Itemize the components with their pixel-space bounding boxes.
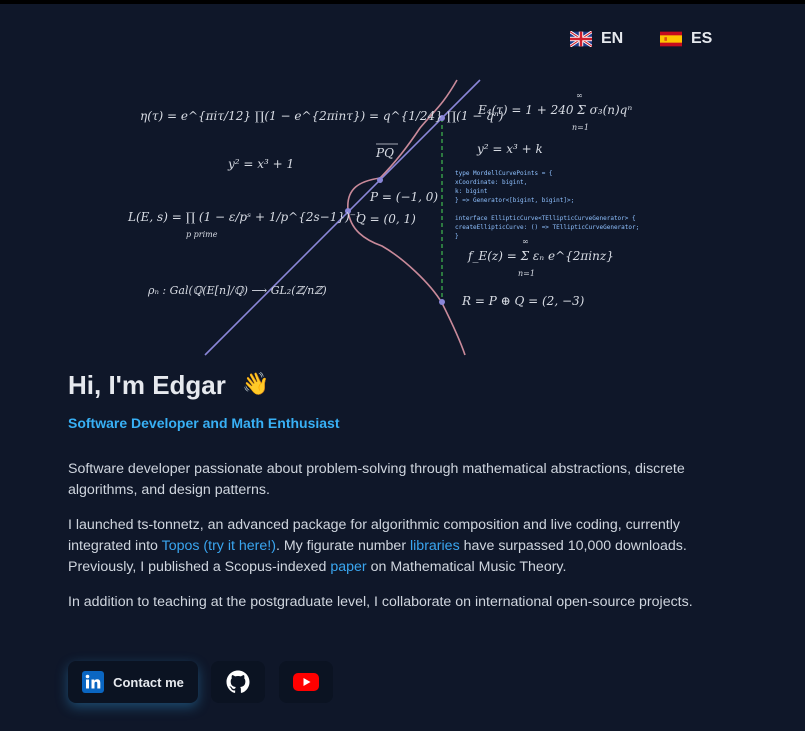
projects-text-b: . My figurate number xyxy=(275,538,410,554)
p-point-label: P = (−1, 0) xyxy=(369,190,438,204)
code-line-4: } => Generator<[bigint, bigint]>; xyxy=(455,197,574,204)
code-line-1: type MordellCurvePoints = { xyxy=(455,170,553,177)
paper-link[interactable]: paper xyxy=(330,559,366,575)
projects-paragraph: I launched ts-tonnetz, an advanced packa… xyxy=(68,515,738,578)
intro-paragraph: Software developer passionate about prob… xyxy=(68,461,685,498)
page-subtitle: Software Developer and Math Enthusiast xyxy=(68,415,340,431)
curve-right-formula: y² = x³ + k xyxy=(476,142,543,156)
infinity-symbol-top: ∞ xyxy=(576,91,583,100)
youtube-icon xyxy=(293,673,319,691)
code-line-2: xCoordinate: bigint, xyxy=(455,179,527,186)
sum-subscript-bottom: n=1 xyxy=(518,269,535,278)
linkedin-icon xyxy=(82,671,105,693)
sum-subscript-top: n=1 xyxy=(572,123,589,132)
pq-label: PQ xyxy=(375,146,394,160)
code-line-7: } xyxy=(455,233,459,240)
math-hero-illustration: η(τ) = e^{πiτ/12} ∏(1 − e^{2πinτ}) = q^{… xyxy=(120,78,660,358)
contact-me-label: Contact me xyxy=(113,674,184,690)
waving-hand-icon: 👋 xyxy=(242,372,270,397)
point-p xyxy=(377,177,383,183)
code-line-6: createEllipticCurve: () => TEllipticCurv… xyxy=(455,224,639,231)
teaching-paragraph: In addition to teaching at the postgradu… xyxy=(68,594,693,610)
topos-link[interactable]: Topos (try it here!) xyxy=(162,538,276,554)
eta-formula: η(τ) = e^{πiτ/12} ∏(1 − e^{2πinτ}) = q^{… xyxy=(140,109,504,123)
point-r xyxy=(439,299,445,305)
youtube-button[interactable] xyxy=(279,661,333,703)
language-en-label: EN xyxy=(601,30,624,47)
page-title: Hi, I'm Edgar xyxy=(68,370,226,400)
spain-flag-icon xyxy=(660,31,682,47)
language-en-button[interactable]: EN xyxy=(570,30,623,48)
math-hero-svg: η(τ) = e^{πiτ/12} ∏(1 − e^{2πinτ}) = q^{… xyxy=(127,79,639,356)
projects-text-d: on Mathematical Music Theory. xyxy=(366,559,567,575)
code-line-3: k: bigint xyxy=(455,188,488,195)
result-formula: R = P ⊕ Q = (2, −3) xyxy=(461,294,585,308)
q-point-label: Q = (0, 1) xyxy=(356,212,416,226)
libraries-link[interactable]: libraries xyxy=(410,538,460,554)
top-border xyxy=(0,0,805,4)
github-button[interactable] xyxy=(211,661,265,703)
contact-me-button[interactable]: Contact me xyxy=(68,661,198,703)
eisenstein-formula: E₄(τ) = 1 + 240 Σ σ₃(n)qⁿ xyxy=(477,103,632,117)
language-es-label: ES xyxy=(691,30,713,47)
infinity-symbol-bottom: ∞ xyxy=(522,237,529,246)
curve-left-formula: y² = x³ + 1 xyxy=(227,157,294,171)
l-function-formula: L(E, s) = ∏ (1 − ε/pˢ + 1/p^{2s−1})⁻¹ xyxy=(127,210,361,224)
code-line-5: interface EllipticCurve<TEllipticCurveGe… xyxy=(455,215,636,222)
galois-formula: ρₙ : Gal(ℚ(E[n]/ℚ) ⟶ GL₂(ℤ/nℤ) xyxy=(147,284,327,297)
github-icon xyxy=(226,670,250,693)
language-es-button[interactable]: ES xyxy=(660,30,712,48)
l-function-subscript: p prime xyxy=(186,230,218,239)
uk-flag-icon xyxy=(570,31,592,47)
fourier-formula: f_E(z) = Σ εₙ e^{2πinz} xyxy=(467,249,614,263)
